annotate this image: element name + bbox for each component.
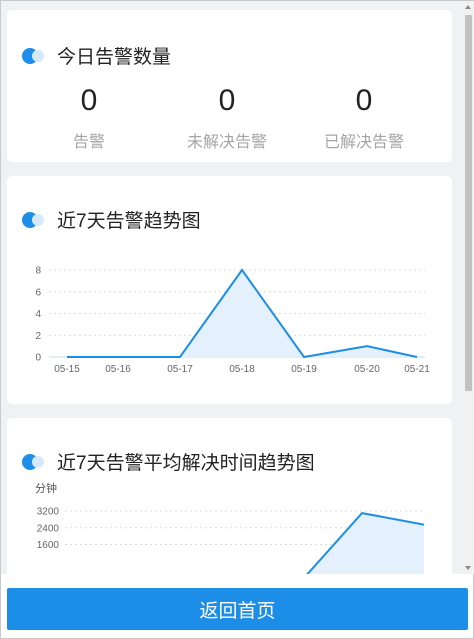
y-tick-label: 4 <box>35 309 41 320</box>
x-tick-label: 05-16 <box>105 364 131 375</box>
alarm-trend-chart: 0 2 4 6 8 05-15 05-16 05-17 05-18 05-19 05-20 05-21 <box>35 266 430 376</box>
stat-value: 0 <box>218 84 236 117</box>
today-alarm-title: 今日告警数量 <box>57 47 172 68</box>
y-tick-label: 6 <box>35 287 41 298</box>
scroll-up-icon[interactable] <box>465 5 471 9</box>
stat-label: 未解决告警 <box>186 134 267 151</box>
stat-label: 已解决告警 <box>323 134 404 151</box>
y-tick-label: 2 <box>35 331 41 342</box>
back-home-button[interactable]: 返回首页 <box>7 588 468 630</box>
alarm-trend-card: 近7天告警趋势图 0 2 4 6 8 05-15 05-16 05-17 05-18 05-19 0… <box>7 176 452 404</box>
scroll-down-icon[interactable] <box>465 566 471 570</box>
vertical-scrollbar[interactable] <box>463 1 474 574</box>
y-tick-label: 1600 <box>37 540 60 551</box>
avg-resolve-card: 近7天告警平均解决时间趋势图 分钟 1600 2400 3200 <box>7 418 452 574</box>
y-tick-label: 2400 <box>37 523 60 534</box>
stat-label: 告警 <box>72 134 105 151</box>
footer-bar: 返回首页 <box>1 574 473 638</box>
x-tick-label: 05-21 <box>404 364 430 375</box>
y-tick-label: 8 <box>35 266 41 277</box>
scroll-viewport[interactable]: 今日告警数量 0 告警 0 未解决告警 0 已解决告警 近7天告警趋势图 024… <box>1 1 463 574</box>
x-tick-label: 05-20 <box>354 364 380 375</box>
toggle-icon <box>22 47 48 64</box>
stat-value: 0 <box>80 84 98 117</box>
y-axis-label: 分钟 <box>35 481 57 495</box>
x-tick-label: 05-19 <box>291 364 317 375</box>
x-tick-label: 05-18 <box>229 364 255 375</box>
card-title: 今日告警数量 <box>22 42 171 69</box>
y-tick-label: 3200 <box>37 507 60 518</box>
x-tick-label: 05-17 <box>167 364 193 375</box>
stat-unresolved: 0 未解决告警 <box>162 82 292 152</box>
stat-value: 0 <box>355 84 373 117</box>
stat-total: 0 告警 <box>24 82 154 152</box>
y-tick-label: 0 <box>35 353 41 364</box>
avg-resolve-chart: 分钟 1600 2400 3200 <box>35 481 425 574</box>
today-alarm-card: 今日告警数量 0 告警 0 未解决告警 0 已解决告警 <box>7 10 452 162</box>
x-tick-label: 05-15 <box>54 364 80 375</box>
scroll-thumb[interactable] <box>465 15 472 391</box>
stat-resolved: 0 已解决告警 <box>299 82 429 152</box>
